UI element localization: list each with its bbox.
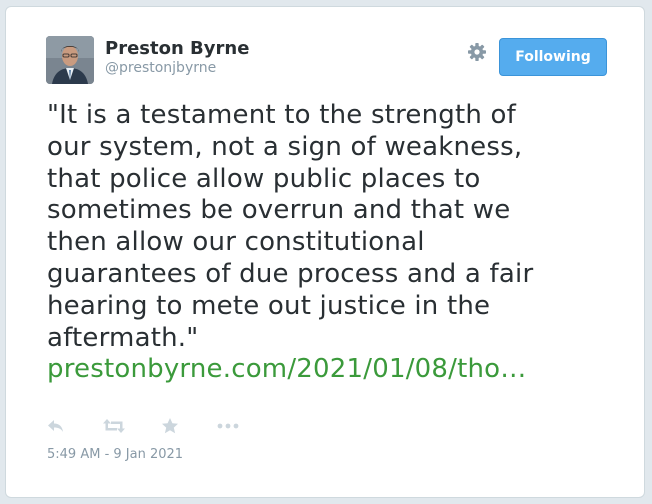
tweet-line: sometimes be overrun and that we xyxy=(47,195,511,226)
more-icon[interactable] xyxy=(216,416,240,436)
tweet-line: "It is a testament to the strength of xyxy=(47,100,516,130)
tweet-timestamp[interactable]: 5:49 AM - 9 Jan 2021 xyxy=(47,447,183,462)
tweet-line: hearing to mete out justice in the xyxy=(47,290,491,321)
favorite-icon[interactable] xyxy=(160,416,184,436)
tweet-line: aftermath." xyxy=(47,322,199,353)
following-button[interactable]: Following xyxy=(499,38,607,76)
avatar[interactable] xyxy=(46,36,94,84)
tweet-text: "It is a testament to the strength of ou… xyxy=(47,100,607,386)
tweet-line: guarantees of due process and a fair xyxy=(47,258,534,289)
tweet-line: our system, not a sign of weakness, xyxy=(47,131,523,162)
retweet-icon[interactable] xyxy=(102,416,126,436)
author-handle[interactable]: @prestonjbyrne xyxy=(105,60,216,76)
tweet-line: that police allow public places to xyxy=(47,163,481,194)
tweet-link[interactable]: prestonbyrne.com/2021/01/08/tho… xyxy=(47,354,607,386)
author-name[interactable]: Preston Byrne xyxy=(105,38,249,59)
gear-icon[interactable] xyxy=(466,41,488,63)
tweet-line: then allow our constitutional xyxy=(47,227,425,258)
reply-icon[interactable] xyxy=(46,416,70,436)
tweet-card: Preston Byrne @prestonjbyrne Following "… xyxy=(5,6,645,498)
